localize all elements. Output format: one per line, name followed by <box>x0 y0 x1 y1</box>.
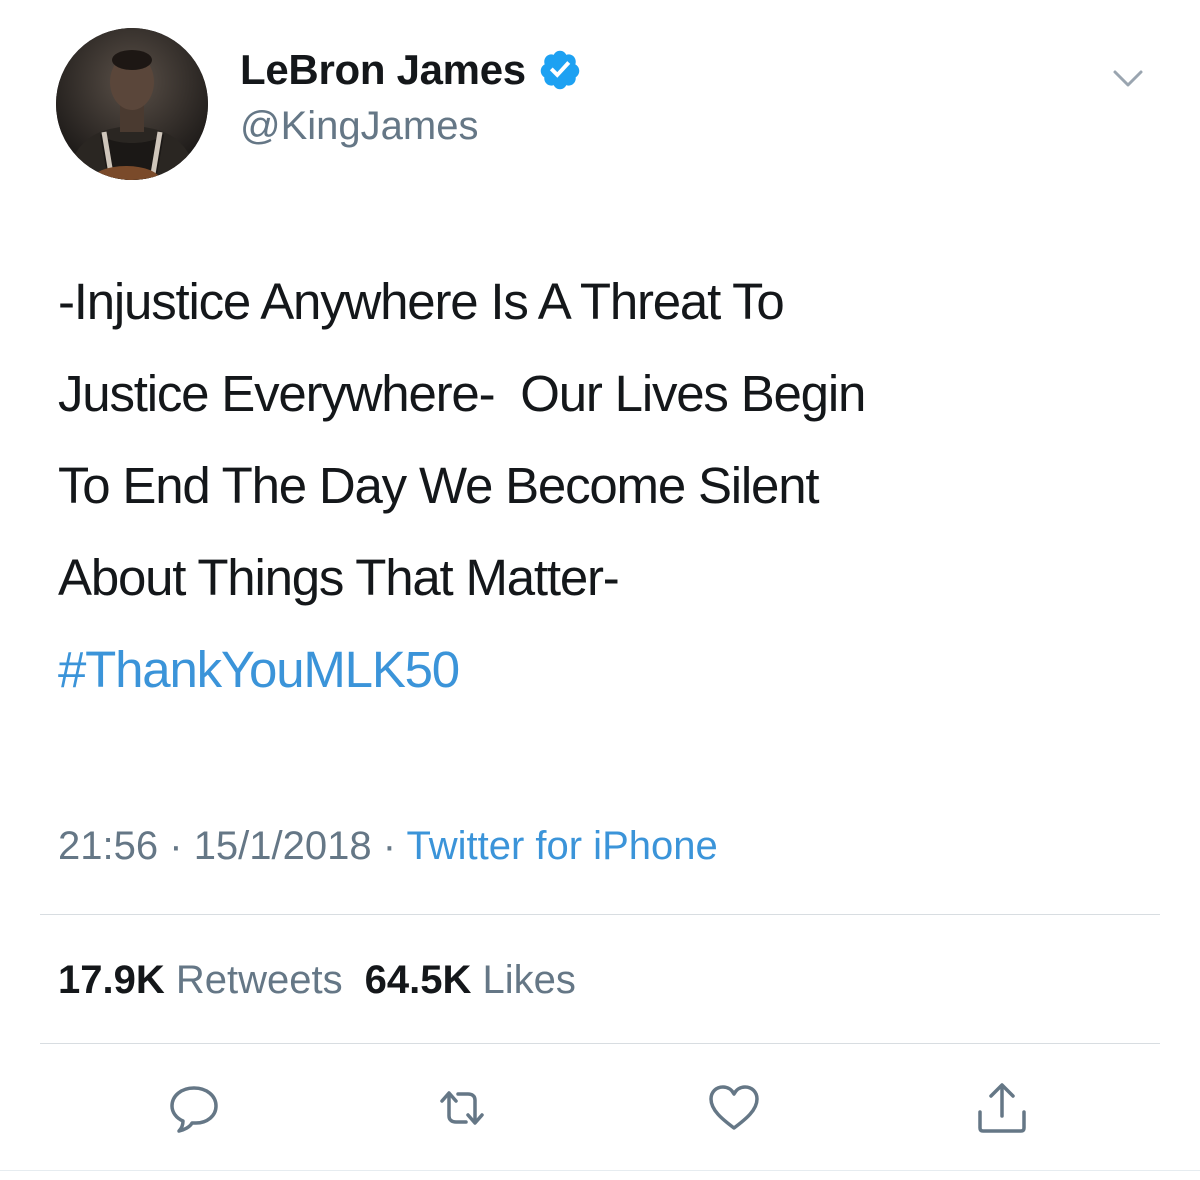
tweet-date: 15/1/2018 <box>193 824 372 868</box>
like-button[interactable] <box>704 1078 764 1138</box>
tweet-stats: 17.9K Retweets 64.5K Likes <box>58 954 576 1006</box>
author-name[interactable]: LeBron James <box>240 44 582 96</box>
retweets-count: 17.9K <box>58 958 165 1002</box>
meta-separator: · <box>382 824 397 868</box>
tweet-line: -Injustice Anywhere Is A Threat To <box>58 273 785 330</box>
author-display-name: LeBron James <box>240 46 526 93</box>
author-handle[interactable]: @KingJames <box>240 100 478 152</box>
divider <box>40 1043 1160 1044</box>
avatar-image <box>56 28 208 180</box>
tweet-line: To End The Day We Become Silent <box>58 457 820 514</box>
tweet-line: About Things That Matter- <box>58 549 620 606</box>
likes-stat[interactable]: 64.5K Likes <box>365 958 576 1002</box>
retweet-icon <box>432 1078 492 1138</box>
tweet-line: Justice Everywhere- Our Lives Begin <box>58 365 866 422</box>
avatar[interactable] <box>56 28 208 180</box>
tweet-meta: 21:56 · 15/1/2018 · Twitter for iPhone <box>58 820 718 872</box>
retweets-stat[interactable]: 17.9K Retweets <box>58 958 343 1002</box>
tweet-text: -Injustice Anywhere Is A Threat To Justi… <box>58 256 1158 716</box>
meta-separator: · <box>169 824 183 868</box>
bottom-divider <box>0 1170 1200 1171</box>
tweet-time: 21:56 <box>58 824 159 868</box>
retweet-button[interactable] <box>432 1078 492 1138</box>
hashtag-link[interactable]: #ThankYouMLK50 <box>58 624 1158 716</box>
chevron-down-icon[interactable] <box>1110 60 1146 96</box>
verified-badge-icon <box>538 48 582 92</box>
reply-button[interactable] <box>164 1078 224 1138</box>
likes-label: Likes <box>482 958 576 1002</box>
share-icon <box>972 1078 1032 1138</box>
share-button[interactable] <box>972 1078 1032 1138</box>
divider <box>40 914 1160 915</box>
likes-count: 64.5K <box>364 958 472 1002</box>
retweets-label: Retweets <box>175 958 343 1002</box>
reply-icon <box>164 1078 224 1138</box>
heart-icon <box>704 1078 764 1138</box>
tweet-source-link[interactable]: Twitter for iPhone <box>406 824 717 868</box>
